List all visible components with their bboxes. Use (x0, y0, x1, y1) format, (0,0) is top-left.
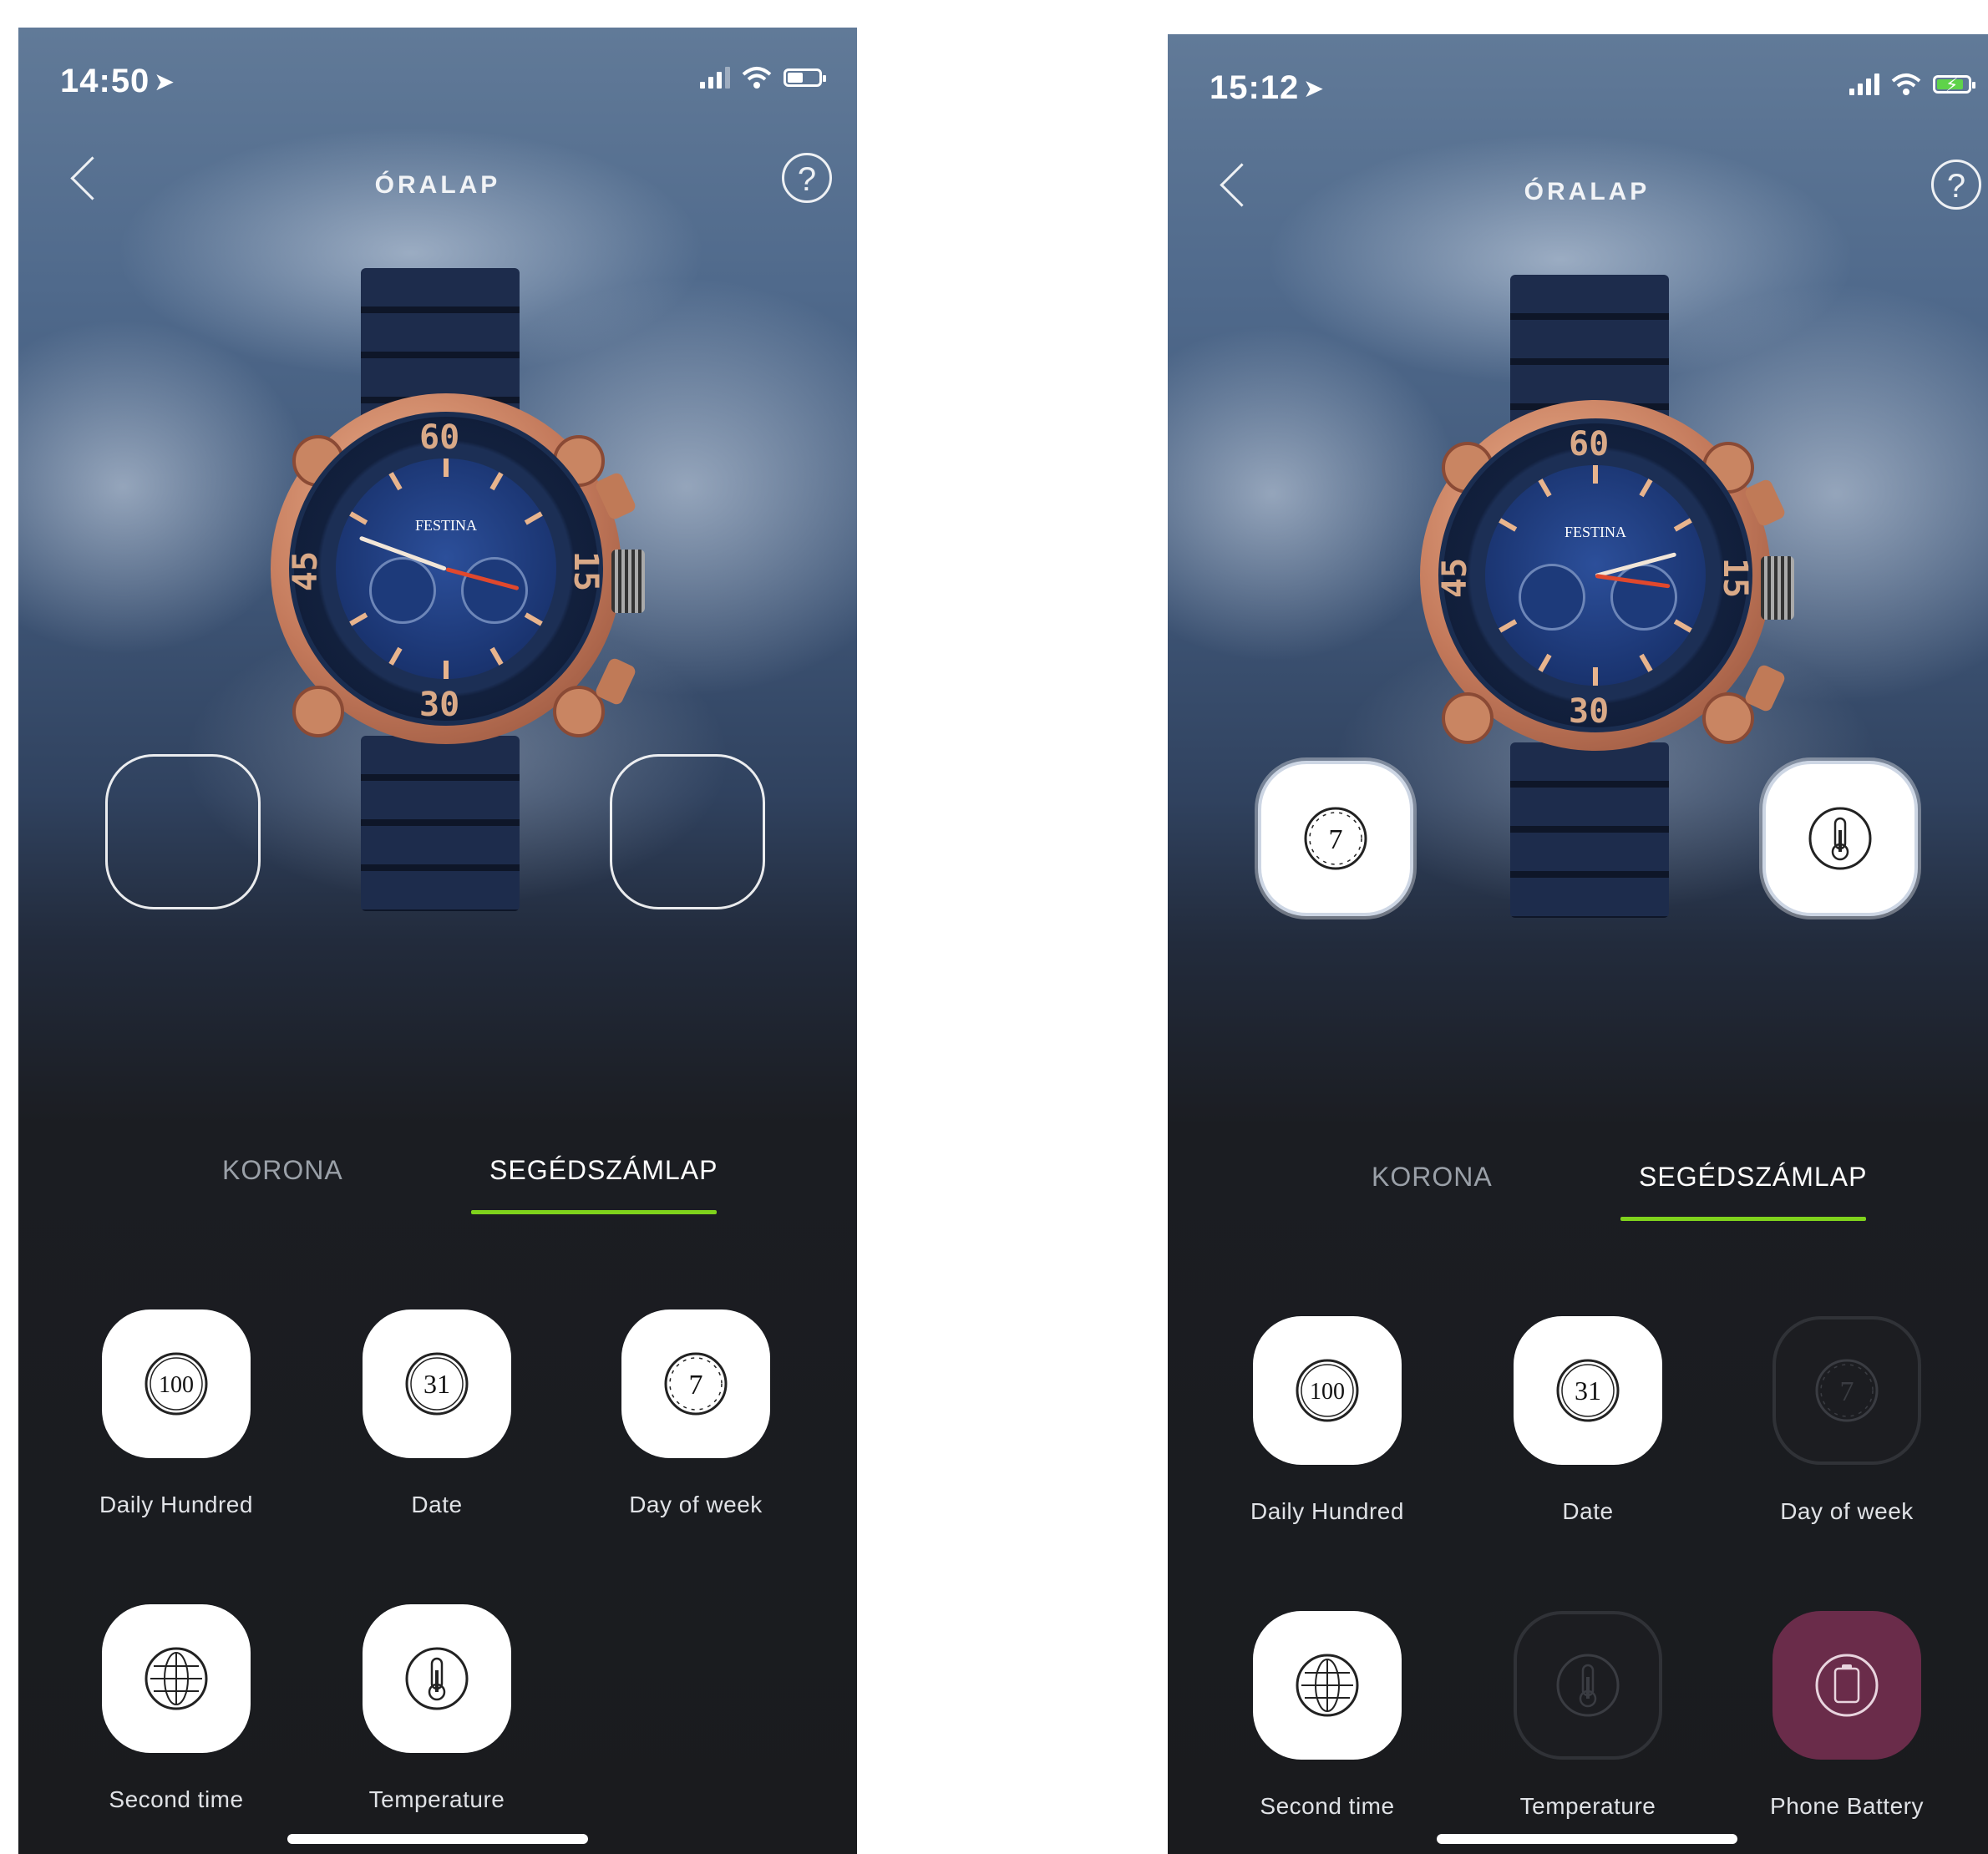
thermometer-icon (1808, 807, 1872, 870)
bezel-30: 30 (419, 686, 460, 724)
status-time: 15:12 (1210, 69, 1300, 106)
tab-korona[interactable]: KORONA (222, 1155, 343, 1186)
tab-segedszamlap[interactable]: SEGÉDSZÁMLAP (1639, 1162, 1867, 1193)
nav-bar: ÓRALAP ? (18, 153, 857, 220)
svg-text:31: 31 (1575, 1375, 1601, 1406)
home-indicator[interactable] (1437, 1834, 1737, 1844)
svg-text:7: 7 (1329, 824, 1343, 855)
complication-daily-hundred[interactable]: 100 Daily Hundred (1250, 1316, 1403, 1525)
complication-label: Second time (109, 1786, 244, 1812)
tab-bar: KORONA SEGÉDSZÁMLAP (1168, 1162, 1988, 1228)
wifi-icon (1891, 73, 1921, 95)
date-icon: 31 (1556, 1359, 1620, 1422)
svg-text:31: 31 (423, 1369, 450, 1399)
daily-hundred-icon: 100 (1296, 1359, 1359, 1422)
complication-label: Second time (1260, 1793, 1395, 1819)
date-icon: 31 (405, 1352, 469, 1416)
complication-phone-battery[interactable]: Phone Battery (1770, 1611, 1923, 1820)
status-bar: 14:50 ➤ (18, 63, 857, 113)
complication-slot-right[interactable] (1762, 761, 1918, 916)
bezel-45: 45 (287, 550, 326, 592)
complication-slot-left[interactable]: 7 (1258, 761, 1413, 916)
page-title: ÓRALAP (1524, 178, 1651, 205)
help-icon[interactable]: ? (782, 153, 832, 203)
day-of-week-icon: 7 (664, 1352, 728, 1416)
thermometer-icon (1556, 1654, 1620, 1717)
complication-slot-left[interactable] (105, 754, 261, 909)
phone-screen-left: 14:50 ➤ ÓRALAP ? 60 15 30 45 FESTINA KOR… (18, 28, 857, 1854)
complication-label: Daily Hundred (99, 1492, 253, 1517)
page-title: ÓRALAP (374, 171, 501, 199)
complication-day-of-week[interactable]: 7 Day of week (1772, 1316, 1921, 1525)
bezel-60: 60 (1569, 425, 1610, 464)
complication-date[interactable]: 31 Date (1514, 1316, 1662, 1525)
bezel-45: 45 (1436, 557, 1475, 599)
active-tab-indicator (471, 1210, 717, 1214)
wifi-icon (742, 67, 772, 89)
bezel-15: 15 (1716, 557, 1755, 599)
watch-brand: FESTINA (414, 517, 477, 534)
help-icon[interactable]: ? (1931, 160, 1981, 210)
day-of-week-icon: 7 (1304, 807, 1367, 870)
signal-icon (1849, 73, 1879, 95)
day-of-week-icon: 7 (1815, 1359, 1879, 1422)
tab-segedszamlap[interactable]: SEGÉDSZÁMLAP (489, 1155, 718, 1186)
complication-label: Day of week (629, 1492, 763, 1517)
location-arrow-icon: ➤ (154, 68, 175, 96)
complication-label: Temperature (1519, 1793, 1656, 1819)
signal-icon (700, 67, 730, 89)
bezel-60: 60 (419, 418, 460, 457)
complication-daily-hundred[interactable]: 100 Daily Hundred (99, 1309, 252, 1518)
home-indicator[interactable] (287, 1834, 588, 1844)
complication-second-time[interactable]: Second time (102, 1604, 251, 1813)
status-bar: 15:12 ➤ ⚡ (1168, 69, 1988, 119)
tab-korona[interactable]: KORONA (1372, 1162, 1493, 1193)
watch-brand: FESTINA (1564, 524, 1626, 540)
globe-icon (145, 1647, 208, 1710)
phone-screen-right: 15:12 ➤ ⚡ ÓRALAP ? 60 15 30 45 FESTINA 7… (1168, 34, 1988, 1854)
bezel-15: 15 (566, 550, 606, 592)
battery-charging-icon: ⚡ (1933, 74, 1975, 95)
svg-text:7: 7 (689, 1370, 703, 1401)
phone-battery-icon (1815, 1654, 1879, 1717)
complication-day-of-week[interactable]: 7 Day of week (621, 1309, 770, 1518)
location-arrow-icon: ➤ (1303, 75, 1325, 103)
complication-label: Daily Hundred (1250, 1498, 1404, 1524)
thermometer-icon (405, 1647, 469, 1710)
bezel-30: 30 (1569, 692, 1610, 731)
complication-label: Date (411, 1492, 463, 1517)
battery-icon (784, 68, 826, 87)
complication-temperature[interactable]: Temperature (1514, 1611, 1662, 1820)
active-tab-indicator (1620, 1217, 1866, 1221)
complication-label: Temperature (368, 1786, 505, 1812)
svg-text:100: 100 (1310, 1379, 1345, 1405)
nav-bar: ÓRALAP ? (1168, 160, 1988, 226)
globe-icon (1296, 1654, 1359, 1717)
complication-temperature[interactable]: Temperature (363, 1604, 511, 1813)
svg-text:7: 7 (1840, 1376, 1854, 1407)
tab-bar: KORONA SEGÉDSZÁMLAP (18, 1155, 857, 1222)
daily-hundred-icon: 100 (145, 1352, 208, 1416)
complication-slot-right[interactable] (610, 754, 765, 909)
watch-preview: 60 15 30 45 FESTINA (1418, 275, 1794, 918)
watch-preview: 60 15 30 45 FESTINA (269, 268, 645, 911)
complication-label: Day of week (1780, 1498, 1914, 1524)
complication-label: Date (1562, 1498, 1614, 1524)
complication-date[interactable]: 31 Date (363, 1309, 511, 1518)
complication-label: Phone Battery (1770, 1793, 1924, 1819)
complication-second-time[interactable]: Second time (1253, 1611, 1402, 1820)
svg-text:100: 100 (159, 1372, 194, 1398)
status-time: 14:50 (60, 63, 150, 99)
